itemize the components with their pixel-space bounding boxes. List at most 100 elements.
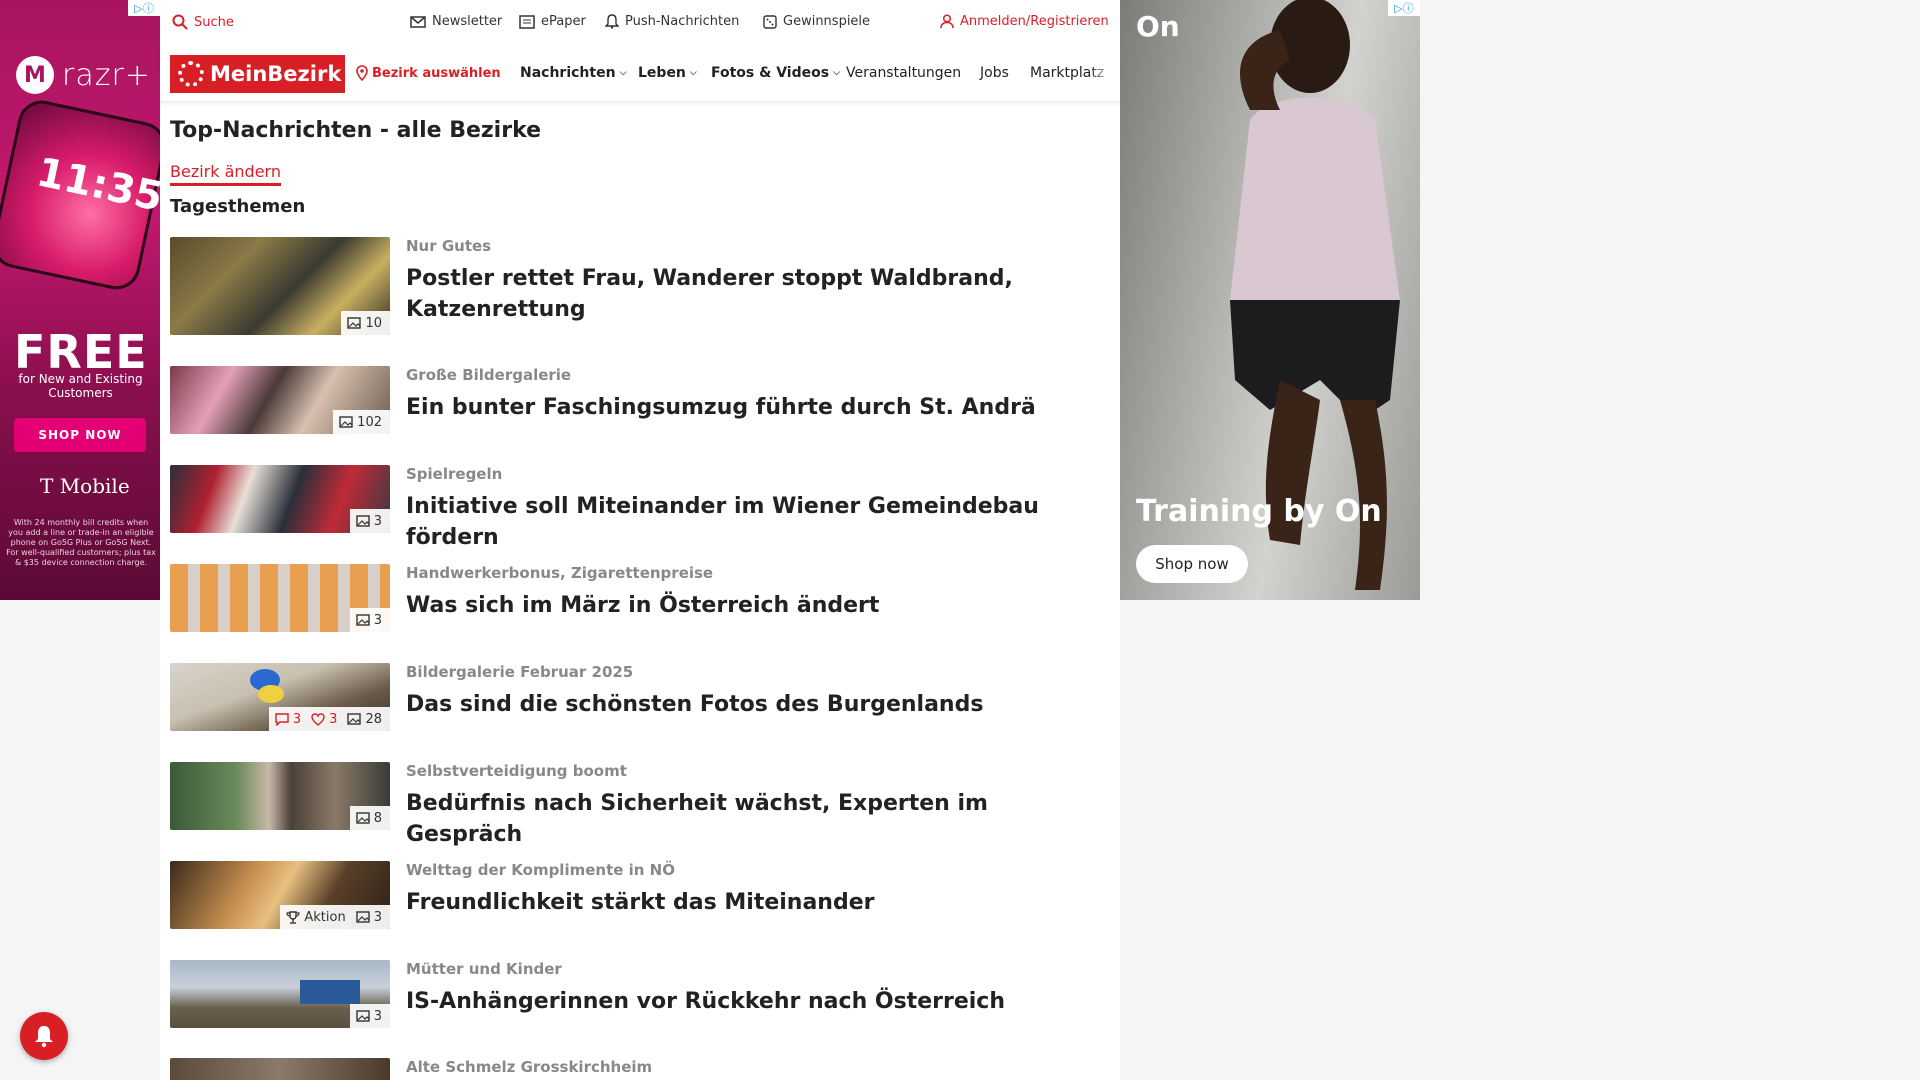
ad-subline: for New and Existing Customers [18, 372, 143, 400]
article-headline[interactable]: Freundlichkeit stärkt das Miteinander [406, 887, 1106, 918]
gallery-icon [347, 317, 362, 329]
media-badge: 10 [341, 311, 390, 335]
newspaper-icon [519, 14, 535, 29]
article-headline[interactable]: IS-Anhängerinnen vor Rückkehr nach Öster… [406, 986, 1106, 1017]
article-thumbnail[interactable]: 3 [170, 960, 390, 1028]
nav-jobs-label: Jobs [980, 65, 1009, 81]
bell-icon [35, 1026, 53, 1048]
article-thumbnail[interactable]: 3 3 28 [170, 663, 390, 731]
ad-choices-icon[interactable]: ▷ⓘ [128, 0, 160, 16]
bezirk-select[interactable]: Bezirk auswählen [356, 65, 501, 81]
viewport: ▷ⓘ M razr+ 11:35 FREE for New and Existi… [0, 0, 1920, 1080]
location-pin-icon [356, 65, 368, 81]
like-count[interactable]: 3 [311, 712, 337, 727]
chevron-down-icon: ⌵ [689, 68, 697, 78]
media-badge: 3 [349, 1004, 390, 1028]
nav-fotos-videos-label: Fotos & Videos [711, 65, 830, 81]
nav-fotos-videos[interactable]: Fotos & Videos ⌵ [711, 65, 840, 81]
nav-leben-label: Leben [638, 65, 686, 81]
article-item[interactable]: 3 Mütter und Kinder IS-Anhängerinnen vor… [170, 960, 1110, 1030]
article-thumbnail[interactable]: 3 [170, 465, 390, 533]
search-label: Suche [194, 14, 234, 30]
article-headline[interactable]: Das sind die schönsten Fotos des Burgenl… [406, 689, 1106, 720]
ad-shop-now-button[interactable]: SHOP NOW [14, 418, 146, 452]
article-headline[interactable]: Initiative soll Miteinander im Wiener Ge… [406, 491, 1106, 553]
chevron-down-icon: ⌵ [833, 68, 840, 78]
article-thumbnail[interactable] [170, 1058, 390, 1080]
page-title: Top-Nachrichten - alle Bezirke [170, 118, 542, 143]
article-thumbnail[interactable]: 10 [170, 237, 390, 335]
main-navigation: MeinBezirk Bezirk auswählen Nachrichten … [160, 46, 1120, 102]
push-notification-button[interactable] [20, 1012, 68, 1060]
article-headline[interactable]: Ein bunter Faschingsumzug führte durch S… [406, 392, 1106, 423]
image-count: 10 [365, 315, 382, 331]
media-badge: 102 [333, 410, 390, 434]
article-thumbnail[interactable]: 3 [170, 564, 390, 632]
article-kicker: Große Bildergalerie [406, 366, 572, 384]
ad-fineprint: With 24 monthly bill credits when you ad… [6, 518, 156, 567]
image-count: 3 [373, 612, 382, 628]
article-item[interactable]: 8 Selbstverteidigung boomt Bedürfnis nac… [170, 762, 1110, 847]
search-link[interactable]: Suche [172, 14, 234, 30]
nav-jobs[interactable]: Jobs [980, 65, 1009, 81]
right-skyscraper-ad[interactable]: ▷ⓘ On Training by On Shop now [1120, 0, 1420, 600]
ad-shop-now-button[interactable]: Shop now [1136, 545, 1248, 583]
gallery-icon [339, 416, 353, 428]
article-item[interactable]: 102 Große Bildergalerie Ein bunter Fasch… [170, 366, 1110, 436]
motorola-logo-icon: M [16, 56, 54, 94]
article-kicker: Nur Gutes [406, 237, 492, 255]
trophy-icon [286, 910, 300, 924]
article-kicker: Selbstverteidigung boomt [406, 762, 627, 780]
gewinnspiele-link[interactable]: Gewinnspiele [763, 14, 870, 29]
bell-icon [605, 14, 619, 29]
article-headline[interactable]: Postler rettet Frau, Wanderer stoppt Wal… [406, 263, 1106, 325]
user-icon [940, 14, 954, 29]
nav-nachrichten[interactable]: Nachrichten ⌵ [520, 65, 626, 81]
nav-marktplatz[interactable]: Marktplatz [1030, 65, 1115, 81]
mail-icon [410, 15, 426, 28]
left-skyscraper-ad[interactable]: ▷ⓘ M razr+ 11:35 FREE for New and Existi… [0, 0, 160, 600]
article-thumbnail[interactable]: 102 [170, 366, 390, 434]
on-logo: On [1136, 10, 1180, 43]
comment-count[interactable]: 3 [275, 712, 301, 727]
image-count: 3 [373, 513, 382, 529]
gallery-icon [356, 614, 370, 626]
nav-marktplatz-label: Marktplatz [1030, 65, 1105, 81]
gallery-icon [356, 515, 370, 527]
media-badge: 3 [349, 608, 390, 632]
image-count: 8 [373, 810, 382, 826]
main-column: Suche Newsletter ePaper Push-Nachrichten… [160, 0, 1120, 1080]
meinbezirk-logo[interactable]: MeinBezirk [170, 55, 345, 93]
article-item[interactable]: Aktion 3 Welttag der Komplimente in NÖ F… [170, 861, 1110, 931]
gallery-icon [356, 1010, 370, 1022]
image-count: 102 [357, 414, 382, 430]
login-label: Anmelden/Registrieren [960, 14, 1109, 29]
logo-text: MeinBezirk [210, 62, 342, 86]
ad-choices-icon[interactable]: ▷ⓘ [1388, 0, 1420, 16]
image-count: 3 [373, 909, 382, 925]
article-kicker: Spielregeln [406, 465, 503, 483]
login-link[interactable]: Anmelden/Registrieren [940, 14, 1109, 29]
article-thumbnail[interactable]: Aktion 3 [170, 861, 390, 929]
bezirk-aendern-link[interactable]: Bezirk ändern [170, 162, 281, 186]
article-kicker: Bildergalerie Februar 2025 [406, 663, 634, 681]
aktion-tag[interactable]: Aktion [286, 910, 346, 925]
nav-veranstaltungen-label: Veranstaltungen [846, 65, 962, 81]
nav-leben[interactable]: Leben ⌵ [638, 65, 697, 81]
chevron-down-icon: ⌵ [619, 68, 627, 78]
push-notifications-link[interactable]: Push-Nachrichten [605, 14, 739, 29]
article-item[interactable]: 3 Spielregeln Initiative soll Miteinande… [170, 465, 1110, 550]
nav-veranstaltungen[interactable]: Veranstaltungen [846, 65, 961, 81]
gallery-icon [356, 812, 370, 824]
article-item[interactable]: 3 3 28 Bildergalerie Februar 2025 Das si… [170, 663, 1110, 733]
newsletter-link[interactable]: Newsletter [410, 14, 502, 29]
article-item[interactable]: 3 Handwerkerbonus, Zigarettenpreise Was … [170, 564, 1110, 634]
epaper-link[interactable]: ePaper [519, 14, 586, 29]
article-item[interactable]: 10 Nur Gutes Postler rettet Frau, Wander… [170, 237, 1110, 337]
article-kicker: Alte Schmelz Grosskirchheim [406, 1058, 653, 1076]
article-thumbnail[interactable]: 8 [170, 762, 390, 830]
article-headline[interactable]: Bedürfnis nach Sicherheit wächst, Expert… [406, 788, 1106, 850]
article-headline[interactable]: Was sich im März in Österreich ändert [406, 590, 1106, 621]
article-kicker: Welttag der Komplimente in NÖ [406, 861, 675, 879]
article-item[interactable]: Alte Schmelz Grosskirchheim [170, 1058, 1110, 1080]
